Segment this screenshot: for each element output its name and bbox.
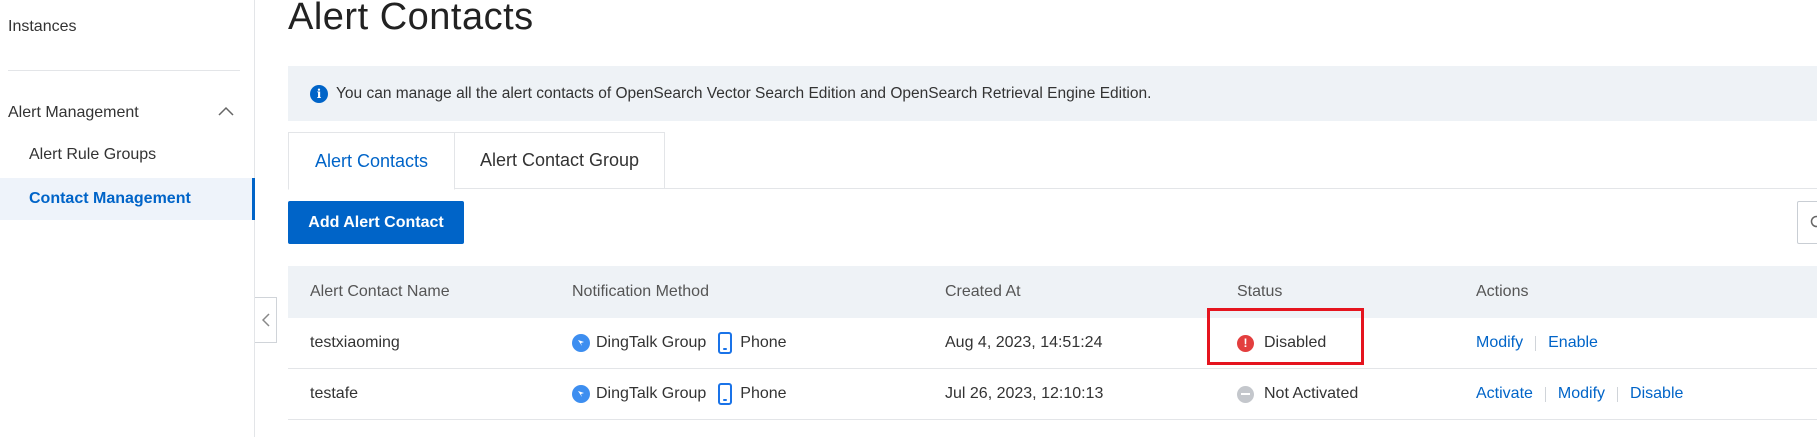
tab-alert-contact-group[interactable]: Alert Contact Group — [455, 132, 665, 189]
minus-circle-icon — [1237, 385, 1254, 403]
notification-methods: DingTalk Group Phone — [572, 369, 787, 419]
notification-methods: DingTalk Group Phone — [572, 318, 787, 368]
header-actions: Actions — [1476, 283, 1529, 300]
action-separator — [1617, 386, 1619, 402]
notice-text: You can manage all the alert contacts of… — [336, 84, 1152, 102]
alert-contacts-table: Alert Contact Name Notification Method C… — [288, 266, 1817, 420]
dingtalk-icon — [572, 385, 590, 403]
status-text: Not Activated — [1264, 385, 1359, 402]
add-alert-contact-button[interactable]: Add Alert Contact — [288, 201, 464, 244]
sidebar: Instances Alert Management Alert Rule Gr… — [0, 0, 255, 437]
actions-cell: Activate Modify Disable — [1476, 369, 1683, 419]
action-separator — [1535, 335, 1537, 351]
sidebar-group-alert-management[interactable]: Alert Management — [8, 104, 238, 122]
created-at: Jul 26, 2023, 12:10:13 — [945, 385, 1104, 402]
sidebar-item-contact-management[interactable]: Contact Management — [0, 178, 255, 220]
tab-bar: Alert Contacts Alert Contact Group — [288, 132, 1817, 190]
contact-name: testxiaoming — [310, 334, 400, 351]
chevron-left-icon — [261, 313, 270, 327]
search-icon — [1810, 215, 1817, 228]
modify-link[interactable]: Modify — [1476, 334, 1523, 352]
highlight-annotation-box — [1207, 308, 1364, 365]
method-dingtalk: DingTalk Group — [596, 334, 707, 351]
sidebar-divider — [8, 70, 240, 71]
sidebar-collapse-handle[interactable] — [255, 297, 277, 343]
method-phone: Phone — [740, 334, 787, 351]
dingtalk-icon — [572, 334, 590, 352]
sidebar-item-instances[interactable]: Instances — [8, 18, 262, 36]
info-icon: i — [310, 84, 328, 103]
activate-link[interactable]: Activate — [1476, 385, 1533, 403]
header-name: Alert Contact Name — [310, 283, 450, 300]
table-row: testxiaoming DingTalk Group Phone Aug 4,… — [288, 318, 1817, 369]
sidebar-item-alert-rule-groups[interactable]: Alert Rule Groups — [29, 146, 283, 164]
method-phone: Phone — [740, 385, 787, 402]
sidebar-group-label: Alert Management — [8, 104, 139, 121]
chevron-up-icon[interactable] — [218, 106, 234, 120]
status-cell: Not Activated — [1237, 369, 1358, 419]
search-input[interactable] — [1797, 201, 1817, 244]
disable-link[interactable]: Disable — [1630, 385, 1683, 403]
phone-icon — [718, 332, 733, 354]
phone-icon — [718, 383, 733, 405]
created-at: Aug 4, 2023, 14:51:24 — [945, 334, 1103, 351]
action-separator — [1544, 386, 1546, 402]
contact-name: testafe — [310, 385, 359, 402]
page-title: Alert Contacts — [288, 0, 534, 38]
main-content: Alert Contacts i You can manage all the … — [288, 0, 1817, 437]
header-created: Created At — [945, 283, 1021, 300]
table-header: Alert Contact Name Notification Method C… — [288, 266, 1817, 318]
table-row: testafe DingTalk Group Phone Jul 26, 202… — [288, 369, 1817, 420]
actions-cell: Modify Enable — [1476, 318, 1598, 368]
header-method: Notification Method — [572, 283, 709, 300]
tab-alert-contacts[interactable]: Alert Contacts — [288, 132, 455, 190]
modify-link[interactable]: Modify — [1558, 385, 1605, 403]
method-dingtalk: DingTalk Group — [596, 385, 707, 402]
info-notice: i You can manage all the alert contacts … — [288, 66, 1817, 121]
enable-link[interactable]: Enable — [1548, 334, 1598, 352]
